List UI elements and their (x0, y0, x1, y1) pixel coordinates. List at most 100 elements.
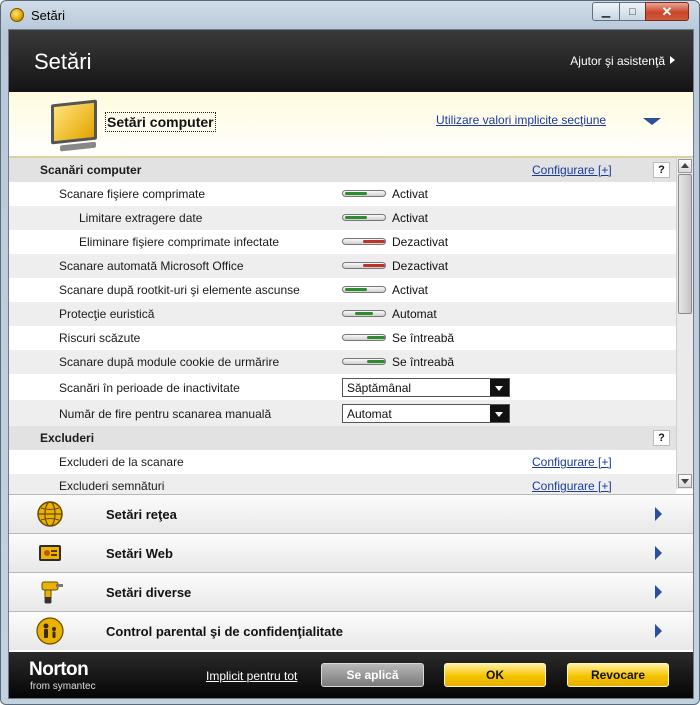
toggle-switch[interactable] (342, 190, 386, 197)
section-title: Setări computer (105, 112, 216, 132)
setting-state: Automat (392, 307, 437, 321)
help-question-icon[interactable]: ? (653, 430, 670, 446)
norton-logo: Norton (29, 659, 89, 680)
category-label: Setări diverse (106, 585, 192, 600)
configure-link[interactable]: Configurare [+] (532, 479, 612, 493)
setting-label: Scanări în perioade de inactivitate (59, 381, 240, 395)
setting-label: Scanare fişiere comprimate (59, 187, 206, 201)
category-label: Setări reţea (106, 507, 177, 522)
help-label: Ajutor şi asistenţă (570, 54, 665, 68)
norton-logo-sub: from symantec (30, 681, 96, 692)
setting-row: Excluderi semnături Configurare [+] (9, 474, 676, 496)
chevron-right-icon (655, 507, 662, 521)
configure-link[interactable]: Configurare [+] (532, 455, 612, 469)
setting-label: Scanare după rootkit-uri şi elemente asc… (59, 283, 300, 297)
setting-row-threads: Număr de fire pentru scanarea manuală Au… (9, 400, 676, 426)
toggle-switch[interactable] (342, 262, 386, 269)
help-link[interactable]: Ajutor şi asistenţă (570, 54, 675, 68)
setting-row: Scanare după rootkit-uri şi elemente asc… (9, 278, 676, 302)
category-network[interactable]: Setări reţea (9, 494, 693, 533)
page-title: Setări (34, 49, 92, 74)
chevron-right-icon (655, 546, 662, 560)
setting-row: Riscuri scăzute Se întreabă (9, 326, 676, 350)
scroll-up-icon[interactable] (678, 159, 692, 173)
globe-icon (37, 501, 63, 527)
setting-state: Dezactivat (392, 235, 449, 249)
web-icon (39, 545, 61, 561)
defaults-all-link[interactable]: Implicit pentru tot (206, 669, 297, 683)
category-label: Setări Web (106, 546, 173, 561)
computer-monitor-icon (51, 99, 97, 145)
setting-label: Excluderi de la scanare (59, 455, 184, 469)
setting-label: Limitare extragere date (79, 211, 203, 225)
toggle-switch[interactable] (342, 358, 386, 365)
chevron-right-icon (655, 624, 662, 638)
minimize-icon: ▁ (601, 6, 611, 18)
setting-label: Scanare automată Microsoft Office (59, 259, 244, 273)
category-misc[interactable]: Setări diverse (9, 572, 693, 611)
setting-label: Număr de fire pentru scanarea manuală (59, 407, 272, 421)
setting-label: Eliminare fişiere comprimate infectate (79, 235, 280, 249)
toggle-switch[interactable] (342, 286, 386, 293)
setting-row-idle-scans: Scanări în perioade de inactivitate Săpt… (9, 374, 676, 400)
setting-label: Riscuri scăzute (59, 331, 141, 345)
idle-scan-frequency-select[interactable]: Săptămânal (342, 378, 510, 397)
chevron-right-icon (655, 585, 662, 599)
category-label: Control parental şi de confidenţialitate (106, 624, 343, 639)
setting-state: Dezactivat (392, 259, 449, 273)
setting-label: Scanare după module cookie de urmărire (59, 355, 280, 369)
toggle-switch[interactable] (342, 334, 386, 341)
scroll-thumb[interactable] (678, 174, 692, 314)
setting-label: Excluderi semnături (59, 479, 165, 493)
toggle-switch[interactable] (342, 310, 386, 317)
drill-icon (41, 581, 63, 604)
setting-row: Excluderi de la scanare Configurare [+] (9, 450, 676, 474)
toggle-switch[interactable] (342, 238, 386, 245)
scroll-down-icon[interactable] (678, 474, 692, 488)
configure-link[interactable]: Configurare [+] (532, 163, 612, 177)
setting-state: Se întreabă (392, 355, 455, 369)
apply-button[interactable]: Se aplică (321, 663, 424, 687)
setting-row: Eliminare fişiere comprimate infectate D… (9, 230, 676, 254)
setting-row: Scanare fişiere comprimate Activat (9, 182, 676, 206)
settings-window: Setări ▁ □ ✕ Setări Ajutor şi asistenţă … (0, 0, 700, 705)
norton-app-icon (10, 8, 24, 22)
window-title: Setări (31, 8, 65, 23)
chevron-down-icon[interactable] (490, 405, 509, 422)
help-question-icon[interactable]: ? (653, 162, 670, 178)
collapse-section-icon[interactable] (643, 118, 661, 125)
section-header: Setări computer Utilizare valori implici… (9, 92, 693, 158)
group-title: Excluderi (40, 431, 95, 445)
select-value: Automat (347, 407, 392, 421)
group-header-exclusions: Excluderi ? (9, 426, 676, 450)
maximize-icon: □ (629, 5, 636, 18)
group-title: Scanări computer (40, 163, 142, 177)
setting-row: Scanare automată Microsoft Office Dezact… (9, 254, 676, 278)
use-section-defaults-link[interactable]: Utilizare valori implicite secţiune (436, 113, 606, 127)
setting-state: Activat (392, 283, 429, 297)
maximize-button[interactable]: □ (619, 2, 646, 21)
chevron-right-icon (670, 56, 675, 64)
close-icon: ✕ (661, 3, 673, 19)
group-header-scans: Scanări computer Configurare [+] ? (9, 158, 676, 182)
category-parental[interactable]: Control parental şi de confidenţialitate (9, 611, 693, 650)
chevron-down-icon[interactable] (490, 379, 509, 396)
title-bar[interactable]: Setări ▁ □ ✕ (1, 1, 699, 29)
setting-state: Se întreabă (392, 331, 455, 345)
select-value: Săptămânal (347, 381, 412, 395)
close-button[interactable]: ✕ (645, 2, 689, 21)
thread-count-select[interactable]: Automat (342, 404, 510, 423)
cancel-button[interactable]: Revocare (567, 663, 669, 687)
minimize-button[interactable]: ▁ (592, 2, 620, 21)
family-icon (36, 617, 64, 645)
setting-row: Limitare extragere date Activat (9, 206, 676, 230)
setting-row: Scanare după module cookie de urmărire S… (9, 350, 676, 374)
settings-list: Scanări computer Configurare [+] ? Scana… (9, 158, 676, 496)
category-web[interactable]: Setări Web (9, 533, 693, 572)
ok-button[interactable]: OK (444, 663, 546, 687)
vertical-scrollbar[interactable] (676, 158, 693, 489)
toggle-switch[interactable] (342, 214, 386, 221)
setting-state: Activat (392, 187, 429, 201)
header-bar: Setări Ajutor şi asistenţă (9, 30, 693, 92)
setting-state: Activat (392, 211, 429, 225)
